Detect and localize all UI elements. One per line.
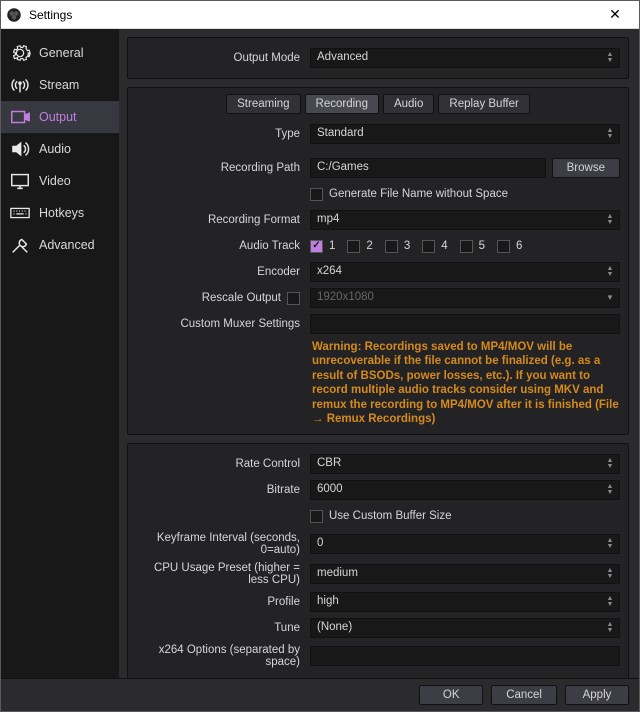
chevron-updown-icon (603, 619, 617, 637)
window-title: Settings (29, 8, 595, 22)
recording-format-label: Recording Format (136, 214, 304, 226)
bitrate-label: Bitrate (136, 484, 304, 496)
custom-buffer-label: Use Custom Buffer Size (329, 510, 452, 522)
sidebar-item-advanced[interactable]: Advanced (1, 229, 119, 261)
chevron-updown-icon (603, 125, 617, 143)
dialog-footer: OK Cancel Apply (1, 678, 639, 711)
chevron-down-icon (603, 289, 617, 307)
sidebar-item-audio[interactable]: Audio (1, 133, 119, 165)
type-label: Type (136, 128, 304, 140)
keyframe-interval-input[interactable]: 0 (310, 534, 620, 554)
rescale-output-select[interactable]: 1920x1080 (310, 288, 620, 308)
chevron-updown-icon (603, 593, 617, 611)
sidebar-item-hotkeys[interactable]: Hotkeys (1, 197, 119, 229)
cancel-button[interactable]: Cancel (491, 685, 557, 705)
recording-format-select[interactable]: mp4 (310, 210, 620, 230)
sidebar-item-video[interactable]: Video (1, 165, 119, 197)
monitor-icon (9, 170, 31, 192)
speaker-icon (9, 138, 31, 160)
type-select[interactable]: Standard (310, 124, 620, 144)
main-content: Output Mode Advanced Streaming Recording… (119, 29, 639, 678)
encoder-select[interactable]: x264 (310, 262, 620, 282)
audio-track-2-checkbox[interactable] (347, 240, 360, 253)
bitrate-input[interactable]: 6000 (310, 480, 620, 500)
audio-track-1-checkbox[interactable] (310, 240, 323, 253)
titlebar: Settings ✕ (1, 1, 639, 29)
output-tabs: Streaming Recording Audio Replay Buffer (128, 88, 628, 122)
output-icon (9, 106, 31, 128)
rate-control-select[interactable]: CBR (310, 454, 620, 474)
ok-button[interactable]: OK (419, 685, 483, 705)
audio-track-4-checkbox[interactable] (422, 240, 435, 253)
sidebar-item-label: Advanced (39, 238, 95, 252)
tune-label: Tune (136, 622, 304, 634)
sidebar-item-label: Stream (39, 78, 79, 92)
rate-control-label: Rate Control (136, 458, 304, 470)
chevron-updown-icon (603, 263, 617, 281)
tab-audio[interactable]: Audio (383, 94, 434, 114)
chevron-updown-icon (603, 455, 617, 473)
encoder-label: Encoder (136, 266, 304, 278)
x264-options-label: x264 Options (separated by space) (136, 644, 304, 668)
recording-panel: Streaming Recording Audio Replay Buffer … (127, 87, 629, 435)
output-mode-select[interactable]: Advanced (310, 48, 620, 68)
gear-icon (9, 42, 31, 64)
cpu-preset-select[interactable]: medium (310, 564, 620, 584)
rescale-output-checkbox[interactable] (287, 292, 300, 305)
cpu-preset-label: CPU Usage Preset (higher = less CPU) (136, 562, 304, 586)
custom-muxer-input[interactable] (310, 314, 620, 334)
audio-track-label: Audio Track (136, 240, 304, 252)
apply-button[interactable]: Apply (565, 685, 629, 705)
tools-icon (9, 234, 31, 256)
audio-track-6-checkbox[interactable] (497, 240, 510, 253)
custom-buffer-checkbox[interactable] (310, 510, 323, 523)
sidebar-item-label: Output (39, 110, 77, 124)
chevron-updown-icon (603, 565, 617, 583)
browse-button[interactable]: Browse (552, 158, 620, 178)
sidebar-item-label: General (39, 46, 83, 60)
gen-filename-checkbox[interactable] (310, 188, 323, 201)
audio-track-3-checkbox[interactable] (385, 240, 398, 253)
recording-path-input[interactable]: C:/Games (310, 158, 546, 178)
profile-select[interactable]: high (310, 592, 620, 612)
app-icon (5, 6, 23, 24)
tune-select[interactable]: (None) (310, 618, 620, 638)
sidebar-item-label: Audio (39, 142, 71, 156)
x264-options-input[interactable] (310, 646, 620, 666)
gen-filename-label: Generate File Name without Space (329, 188, 508, 200)
chevron-updown-icon (603, 49, 617, 67)
window-body: General Stream Output Audio Video Hotkey… (1, 29, 639, 678)
profile-label: Profile (136, 596, 304, 608)
chevron-updown-icon (603, 481, 617, 499)
settings-window: Settings ✕ General Stream Output Audio (0, 0, 640, 712)
sidebar-item-output[interactable]: Output (1, 101, 119, 133)
close-button[interactable]: ✕ (595, 6, 635, 23)
tab-replay-buffer[interactable]: Replay Buffer (438, 94, 529, 114)
mp4-warning: Warning: Recordings saved to MP4/MOV wil… (128, 336, 628, 434)
keyboard-icon (9, 202, 31, 224)
custom-muxer-label: Custom Muxer Settings (136, 318, 304, 330)
encoder-settings-panel: Rate Control CBR Bitrate 6000 Use Custom… (127, 443, 629, 678)
output-mode-label: Output Mode (136, 52, 304, 64)
chevron-updown-icon (603, 535, 617, 553)
output-mode-panel: Output Mode Advanced (127, 37, 629, 79)
audio-track-5-checkbox[interactable] (460, 240, 473, 253)
chevron-updown-icon (603, 211, 617, 229)
sidebar-item-stream[interactable]: Stream (1, 69, 119, 101)
tab-recording[interactable]: Recording (305, 94, 379, 114)
sidebar-item-label: Hotkeys (39, 206, 84, 220)
rescale-output-label: Rescale Output (202, 292, 281, 304)
recording-path-label: Recording Path (136, 162, 304, 174)
sidebar-item-label: Video (39, 174, 71, 188)
sidebar-item-general[interactable]: General (1, 37, 119, 69)
keyframe-interval-label: Keyframe Interval (seconds, 0=auto) (136, 532, 304, 556)
sidebar: General Stream Output Audio Video Hotkey… (1, 29, 119, 678)
antenna-icon (9, 74, 31, 96)
tab-streaming[interactable]: Streaming (226, 94, 300, 114)
